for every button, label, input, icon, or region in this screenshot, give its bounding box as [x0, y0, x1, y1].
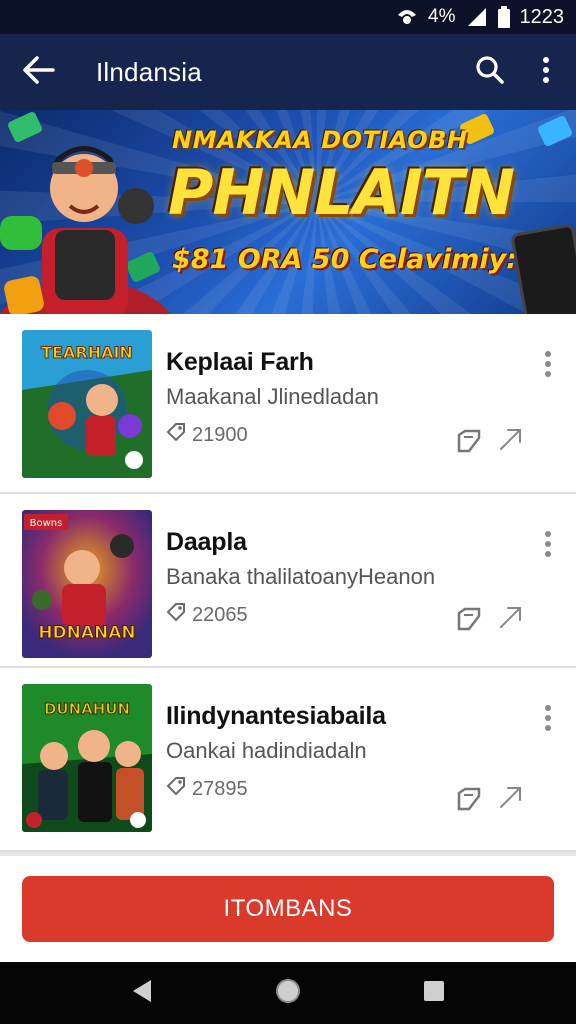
count-value: 27895 [192, 777, 248, 800]
back-arrow-icon [23, 55, 55, 89]
thumb-title: DUNAHUN [44, 700, 130, 718]
edit-icon[interactable] [456, 606, 482, 637]
back-triangle-icon[interactable] [131, 979, 153, 1008]
game-thumbnail: Bowns HDNANAN [22, 510, 152, 658]
clock: 1223 [519, 5, 565, 28]
status-bar: 4% 1223 [0, 0, 576, 34]
item-description: Oankai hadindiadaln [166, 738, 367, 763]
item-description: Maakanal Jlinedladan [166, 384, 379, 409]
tag-icon [166, 776, 186, 802]
item-menu-button[interactable] [536, 700, 560, 736]
signal-icon [466, 6, 488, 28]
game-thumbnail: TEARHAIN [22, 330, 152, 478]
share-icon[interactable] [498, 604, 524, 635]
banner-subheadline: $81 ORA 50 Celavimiy:al [172, 244, 545, 275]
banner-headline: PHNLAITN [168, 156, 515, 229]
battery-text: 4% [428, 6, 456, 27]
item-count: 21900 [166, 422, 248, 448]
edit-icon[interactable] [456, 786, 482, 817]
item-menu-button[interactable] [536, 346, 560, 382]
thumb-title: HDNANAN [38, 623, 135, 643]
list-item[interactable]: Bowns HDNANAN Daapla Banaka thalilatoany… [0, 494, 576, 668]
edit-icon[interactable] [456, 428, 482, 459]
hero-character-image [0, 146, 170, 314]
share-icon[interactable] [498, 784, 524, 815]
recents-square-icon[interactable] [423, 980, 445, 1007]
list-item[interactable]: TEARHAIN Keplaai Farh Maakanal Jlinedlad… [0, 314, 576, 494]
tag-icon [166, 422, 186, 448]
thumb-title: TEARHAIN [41, 343, 133, 362]
battery-icon [497, 6, 510, 28]
back-button[interactable] [4, 34, 74, 110]
primary-action-button[interactable]: ITOMBANS [22, 876, 554, 942]
game-list: TEARHAIN Keplaai Farh Maakanal Jlinedlad… [0, 314, 576, 852]
item-title: Ilindynantesiabaila [166, 702, 386, 730]
count-value: 21900 [192, 423, 248, 446]
thumb-badge: Bowns [30, 518, 63, 529]
game-thumbnail: DUNAHUN [22, 684, 152, 832]
banner-headline-small: NMAKKAA DOTIAOBH [172, 126, 468, 154]
item-menu-button[interactable] [536, 526, 560, 562]
item-description: Banaka thalilatoanyHeanon [166, 564, 436, 589]
search-icon [475, 55, 505, 90]
item-count: 27895 [166, 776, 248, 802]
app-bar: Ilndansia [0, 34, 576, 110]
more-vert-icon [542, 56, 550, 89]
home-circle-icon[interactable] [275, 978, 301, 1009]
item-title: Keplaai Farh [166, 348, 314, 376]
count-value: 22065 [192, 603, 248, 626]
item-title: Daapla [166, 528, 247, 556]
item-count: 22065 [166, 602, 248, 628]
notification-icon [396, 7, 418, 27]
bottom-action-area: ITOMBANS [0, 852, 576, 962]
tag-icon [166, 602, 186, 628]
search-button[interactable] [462, 34, 518, 110]
promo-banner[interactable]: NMAKKAA DOTIAOBH PHNLAITN $81 ORA 50 Cel… [0, 110, 576, 314]
system-nav-bar [0, 962, 576, 1024]
overflow-menu-button[interactable] [518, 34, 574, 110]
share-icon[interactable] [498, 426, 524, 457]
page-title: Ilndansia [96, 56, 202, 87]
list-item[interactable]: DUNAHUN Ilindynantesiabaila Oankai hadin… [0, 668, 576, 852]
